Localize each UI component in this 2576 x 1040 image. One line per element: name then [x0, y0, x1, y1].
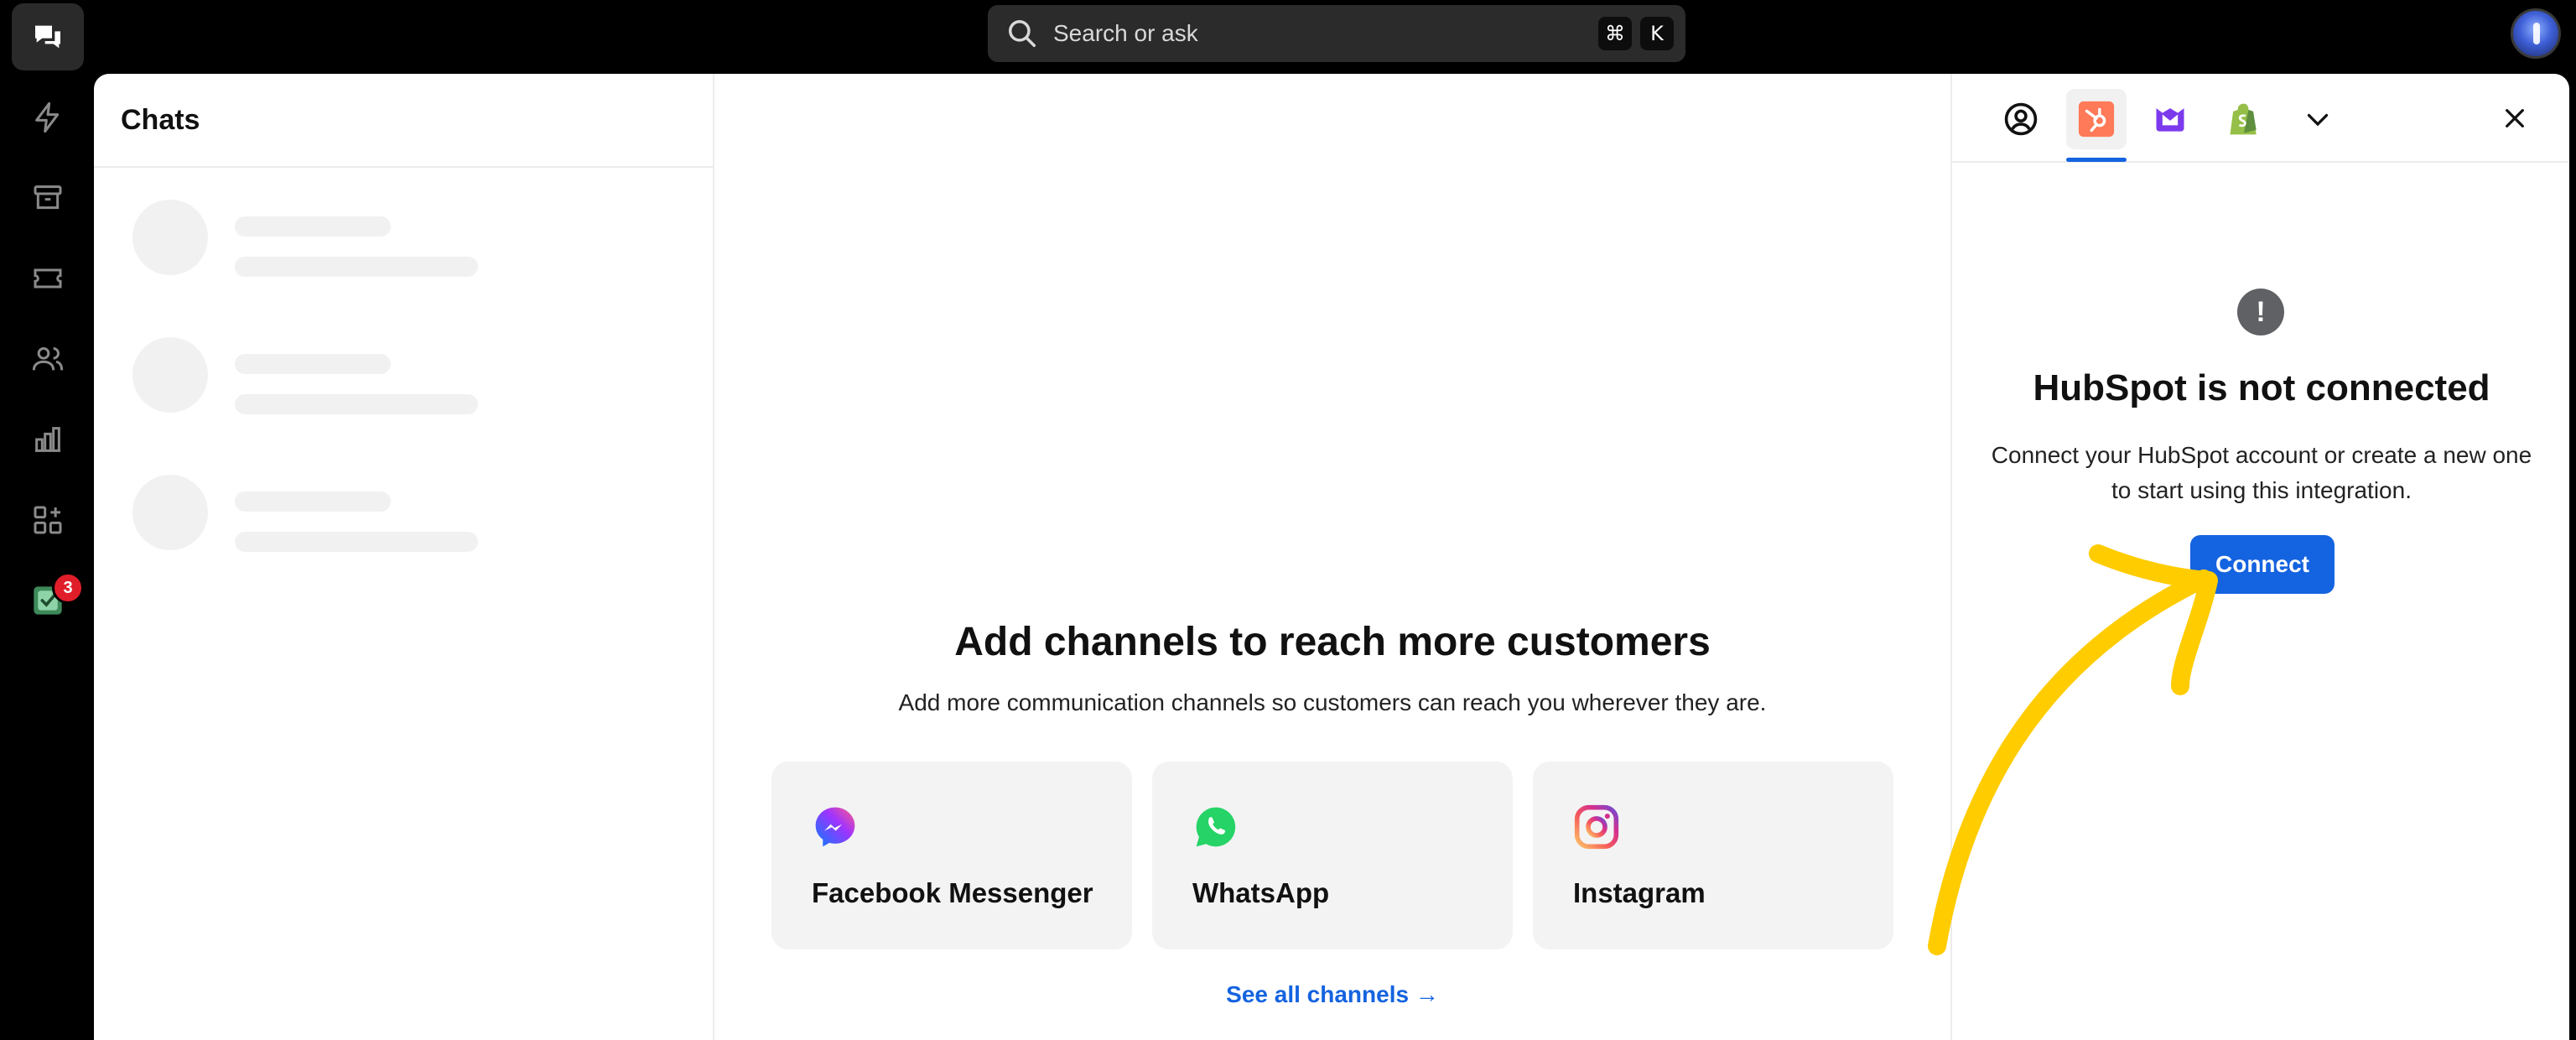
close-panel-button[interactable] [2496, 99, 2534, 138]
chats-title: Chats [121, 103, 200, 136]
integration-status-title: HubSpot is not connected [2033, 367, 2490, 408]
user-circle-icon [2004, 102, 2038, 136]
nav-apps[interactable] [12, 486, 84, 554]
shortcut-cmd-key: ⌘ [1598, 17, 1632, 50]
archive-icon [34, 185, 62, 210]
integration-status-description: Connect your HubSpot account or create a… [1991, 442, 2532, 503]
nav-tickets[interactable] [12, 245, 84, 312]
search-bar[interactable]: Search or ask ⌘ K [988, 5, 1685, 62]
whatsapp-icon [1196, 807, 1236, 847]
chat-skeleton-row [132, 337, 636, 421]
nav-chats[interactable] [12, 3, 84, 70]
ticket-icon [34, 268, 62, 289]
messenger-icon [815, 807, 855, 847]
lightning-icon [35, 101, 60, 133]
search-placeholder: Search or ask [1053, 20, 1198, 46]
empty-state-title: Add channels to reach more customers [954, 620, 1711, 664]
chats-icon [35, 25, 60, 49]
channel-card-messenger[interactable]: Facebook Messenger [771, 762, 1132, 949]
tab-hubspot[interactable] [2066, 89, 2127, 149]
instagram-icon [1574, 804, 1619, 850]
shopify-icon [2230, 103, 2257, 135]
mail-app-icon [2156, 108, 2184, 132]
chats-list-panel: Chats [94, 74, 714, 1040]
connect-button[interactable]: Connect [2190, 535, 2334, 594]
hubspot-icon [2078, 101, 2115, 138]
channel-name: WhatsApp [1192, 877, 1330, 908]
nav-automations[interactable] [12, 84, 84, 151]
channel-name: Instagram [1573, 877, 1706, 908]
channel-card-whatsapp[interactable]: WhatsApp [1152, 762, 1513, 949]
warning-icon: ! [2237, 289, 2284, 335]
users-icon [32, 347, 64, 371]
chat-skeleton-row [132, 475, 636, 559]
nav-tasks[interactable]: 3 [12, 567, 84, 634]
tab-customer-details[interactable] [1991, 89, 2051, 149]
integration-panel: ! HubSpot is not connected Connect your … [1950, 74, 2569, 1040]
bar-chart-icon [35, 427, 60, 452]
nav-customers[interactable] [12, 325, 84, 393]
close-icon [2506, 109, 2524, 127]
tasks-count-badge: 3 [52, 572, 84, 604]
top-bar: Search or ask ⌘ K [0, 0, 2576, 74]
tab-more-dropdown[interactable] [2288, 89, 2348, 149]
nav-archive[interactable] [12, 164, 84, 231]
tab-mailchimp-like[interactable] [2140, 89, 2200, 149]
channel-card-instagram[interactable]: Instagram [1533, 762, 1893, 949]
channel-name: Facebook Messenger [812, 877, 1093, 908]
active-tab-underline [2066, 158, 2127, 162]
left-nav-rail: 3 [0, 0, 94, 1040]
shortcut-k-key: K [1640, 17, 1674, 50]
tab-shopify[interactable] [2214, 89, 2274, 149]
main-panel: Chats Add channels to reach more custome… [94, 74, 2569, 1040]
apps-icon [34, 506, 62, 534]
channels-empty-state: Add channels to reach more customers Add… [714, 74, 1950, 1040]
chevron-down-icon [2307, 113, 2329, 127]
user-avatar[interactable] [2511, 8, 2561, 59]
see-all-channels-link[interactable]: See all channels → [714, 981, 1950, 1008]
chats-header: Chats [94, 74, 713, 168]
chat-skeleton-row [132, 200, 636, 283]
empty-state-subtitle: Add more communication channels so custo… [898, 689, 1767, 715]
integration-tabs [1952, 74, 2569, 163]
nav-reports[interactable] [12, 406, 84, 473]
search-icon [1009, 20, 1036, 47]
